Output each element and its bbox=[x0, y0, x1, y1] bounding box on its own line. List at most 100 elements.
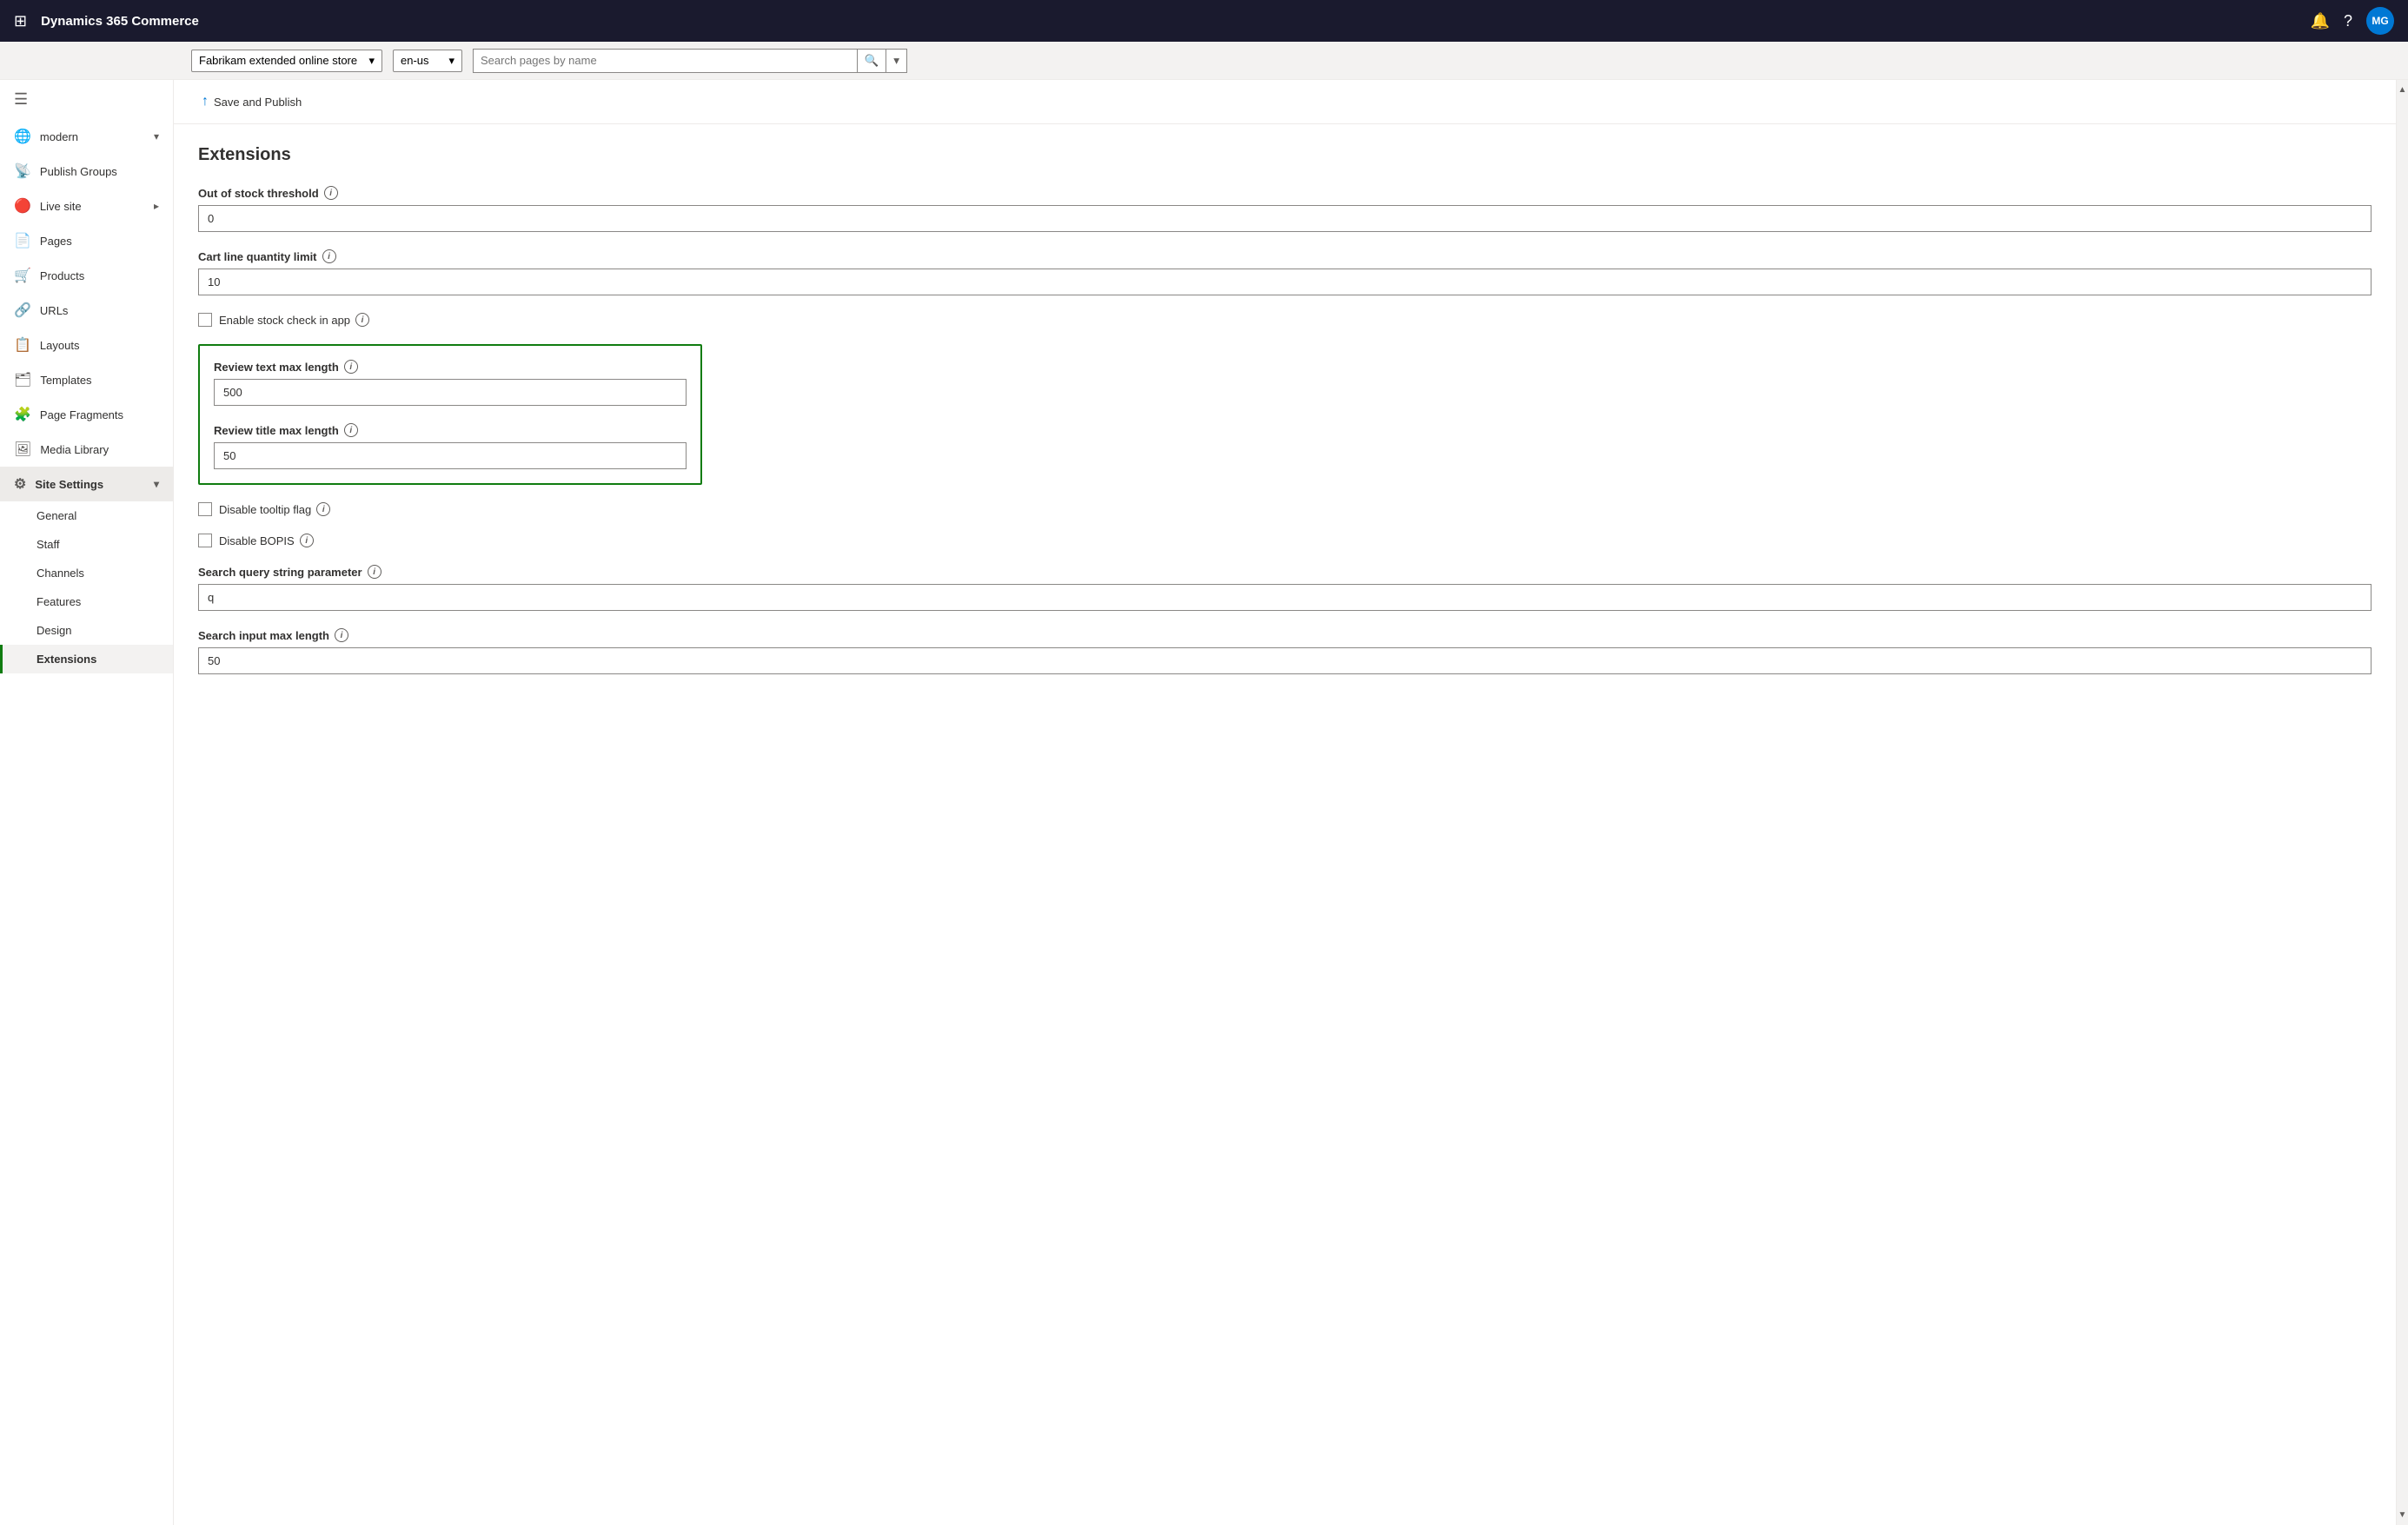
sidebar-item-page-fragments-label: Page Fragments bbox=[40, 408, 123, 421]
review-text-field-group: Review text max length i bbox=[214, 360, 687, 406]
language-chevron: ▾ bbox=[448, 54, 454, 68]
pages-icon: 📄 bbox=[14, 232, 31, 249]
extensions-content: Extensions Out of stock threshold i Cart… bbox=[174, 124, 2396, 1525]
toolbar: ↑ Save and Publish bbox=[174, 80, 2396, 124]
modern-chevron: ▾ bbox=[154, 130, 159, 143]
bell-icon[interactable]: 🔔 bbox=[2311, 12, 2330, 30]
enable-stock-check-row: Enable stock check in app i bbox=[198, 313, 2372, 327]
sidebar-item-products-label: Products bbox=[40, 269, 84, 282]
cart-line-label: Cart line quantity limit i bbox=[198, 249, 2372, 263]
top-nav: ⊞ Dynamics 365 Commerce 🔔 ? MG bbox=[0, 0, 2408, 42]
sidebar-item-site-settings-label: Site Settings bbox=[35, 478, 103, 491]
page-search-input[interactable] bbox=[474, 50, 857, 71]
disable-bopis-label: Disable BOPIS i bbox=[219, 534, 314, 547]
review-title-input[interactable] bbox=[214, 442, 687, 469]
sidebar-item-publish-groups[interactable]: 📡 Publish Groups bbox=[0, 154, 173, 189]
cart-line-input[interactable] bbox=[198, 269, 2372, 295]
sidebar-item-site-settings[interactable]: ⚙ Site Settings ▾ bbox=[0, 467, 173, 501]
publish-icon: 📡 bbox=[14, 162, 31, 180]
sidebar: ☰ 🌐 modern ▾ 📡 Publish Groups 🔴 Live sit… bbox=[0, 80, 174, 1525]
page-search-box: 🔍 ▾ bbox=[473, 49, 907, 73]
store-chevron: ▾ bbox=[368, 54, 375, 68]
app-title: Dynamics 365 Commerce bbox=[41, 14, 2296, 29]
sidebar-item-urls-label: URLs bbox=[40, 304, 69, 317]
sidebar-subitem-features[interactable]: Features bbox=[0, 587, 173, 616]
disable-tooltip-info-icon[interactable]: i bbox=[316, 502, 330, 516]
sidebar-item-page-fragments[interactable]: 🧩 Page Fragments bbox=[0, 397, 173, 432]
scroll-up-button[interactable]: ▲ bbox=[2393, 80, 2408, 100]
out-of-stock-label: Out of stock threshold i bbox=[198, 186, 2372, 200]
page-title: Extensions bbox=[198, 145, 2372, 165]
upload-icon: ↑ bbox=[202, 94, 209, 109]
settings-chevron: ▾ bbox=[154, 478, 159, 490]
out-of-stock-input[interactable] bbox=[198, 205, 2372, 232]
menu-toggle[interactable]: ☰ bbox=[0, 80, 173, 119]
review-text-input[interactable] bbox=[214, 379, 687, 406]
language-value: en-us bbox=[401, 54, 429, 67]
review-text-info-icon[interactable]: i bbox=[344, 360, 358, 374]
search-dropdown-button[interactable]: ▾ bbox=[886, 50, 906, 72]
disable-bopis-row: Disable BOPIS i bbox=[198, 534, 2372, 547]
search-input-max-input[interactable] bbox=[198, 647, 2372, 674]
sub-header: Fabrikam extended online store ▾ en-us ▾… bbox=[0, 42, 2408, 80]
sidebar-subitem-general[interactable]: General bbox=[0, 501, 173, 530]
language-selector[interactable]: en-us ▾ bbox=[393, 50, 462, 72]
help-icon[interactable]: ? bbox=[2344, 12, 2352, 30]
urls-icon: 🔗 bbox=[14, 302, 31, 319]
sidebar-item-live-site-label: Live site bbox=[40, 200, 82, 213]
disable-tooltip-checkbox[interactable] bbox=[198, 502, 212, 516]
cart-line-field-group: Cart line quantity limit i bbox=[198, 249, 2372, 295]
search-query-input[interactable] bbox=[198, 584, 2372, 611]
user-avatar[interactable]: MG bbox=[2366, 7, 2394, 35]
sidebar-item-templates[interactable]: 🗂 Templates bbox=[0, 362, 173, 397]
sidebar-item-pages[interactable]: 📄 Pages bbox=[0, 223, 173, 258]
sidebar-item-layouts[interactable]: 📋 Layouts bbox=[0, 328, 173, 362]
review-title-info-icon[interactable]: i bbox=[344, 423, 358, 437]
main-layout: ☰ 🌐 modern ▾ 📡 Publish Groups 🔴 Live sit… bbox=[0, 80, 2408, 1525]
nav-icons: 🔔 ? MG bbox=[2311, 7, 2394, 35]
search-query-info-icon[interactable]: i bbox=[368, 565, 381, 579]
store-value: Fabrikam extended online store bbox=[199, 54, 357, 67]
sidebar-item-modern[interactable]: 🌐 modern ▾ bbox=[0, 119, 173, 154]
sidebar-subitem-design[interactable]: Design bbox=[0, 616, 173, 645]
disable-tooltip-label: Disable tooltip flag i bbox=[219, 502, 330, 516]
search-button[interactable]: 🔍 bbox=[857, 50, 886, 72]
enable-stock-check-checkbox[interactable] bbox=[198, 313, 212, 327]
search-input-max-field-group: Search input max length i bbox=[198, 628, 2372, 674]
out-of-stock-info-icon[interactable]: i bbox=[324, 186, 338, 200]
sidebar-item-media-library[interactable]: 🖼 Media Library bbox=[0, 432, 173, 467]
cart-line-info-icon[interactable]: i bbox=[322, 249, 336, 263]
sidebar-item-live-site[interactable]: 🔴 Live site ▸ bbox=[0, 189, 173, 223]
scroll-down-button[interactable]: ▼ bbox=[2393, 1505, 2408, 1525]
review-title-field-group: Review title max length i bbox=[214, 423, 687, 469]
layouts-icon: 📋 bbox=[14, 336, 31, 354]
sidebar-item-media-library-label: Media Library bbox=[40, 443, 109, 456]
save-publish-button[interactable]: ↑ Save and Publish bbox=[195, 89, 308, 115]
search-input-max-info-icon[interactable]: i bbox=[335, 628, 348, 642]
review-title-label: Review title max length i bbox=[214, 423, 687, 437]
sidebar-subitem-extensions[interactable]: Extensions bbox=[0, 645, 173, 673]
globe-icon: 🌐 bbox=[14, 128, 31, 145]
enable-stock-check-label: Enable stock check in app i bbox=[219, 313, 369, 327]
save-publish-label: Save and Publish bbox=[214, 96, 302, 109]
sidebar-subitem-channels[interactable]: Channels bbox=[0, 559, 173, 587]
disable-bopis-checkbox[interactable] bbox=[198, 534, 212, 547]
settings-icon: ⚙ bbox=[14, 475, 26, 493]
review-text-label: Review text max length i bbox=[214, 360, 687, 374]
disable-bopis-info-icon[interactable]: i bbox=[300, 534, 314, 547]
grid-icon[interactable]: ⊞ bbox=[14, 12, 27, 30]
main-content: ↑ Save and Publish Extensions Out of sto… bbox=[174, 80, 2396, 1525]
sidebar-item-layouts-label: Layouts bbox=[40, 339, 80, 352]
media-icon: 🖼 bbox=[14, 441, 31, 458]
search-query-field-group: Search query string parameter i bbox=[198, 565, 2372, 611]
enable-stock-info-icon[interactable]: i bbox=[355, 313, 369, 327]
search-input-max-label: Search input max length i bbox=[198, 628, 2372, 642]
templates-icon: 🗂 bbox=[14, 371, 31, 388]
sidebar-subitem-staff[interactable]: Staff bbox=[0, 530, 173, 559]
review-section: Review text max length i Review title ma… bbox=[198, 344, 702, 485]
disable-tooltip-row: Disable tooltip flag i bbox=[198, 502, 2372, 516]
sidebar-item-urls[interactable]: 🔗 URLs bbox=[0, 293, 173, 328]
sidebar-item-products[interactable]: 🛒 Products bbox=[0, 258, 173, 293]
store-selector[interactable]: Fabrikam extended online store ▾ bbox=[191, 50, 382, 72]
search-query-label: Search query string parameter i bbox=[198, 565, 2372, 579]
